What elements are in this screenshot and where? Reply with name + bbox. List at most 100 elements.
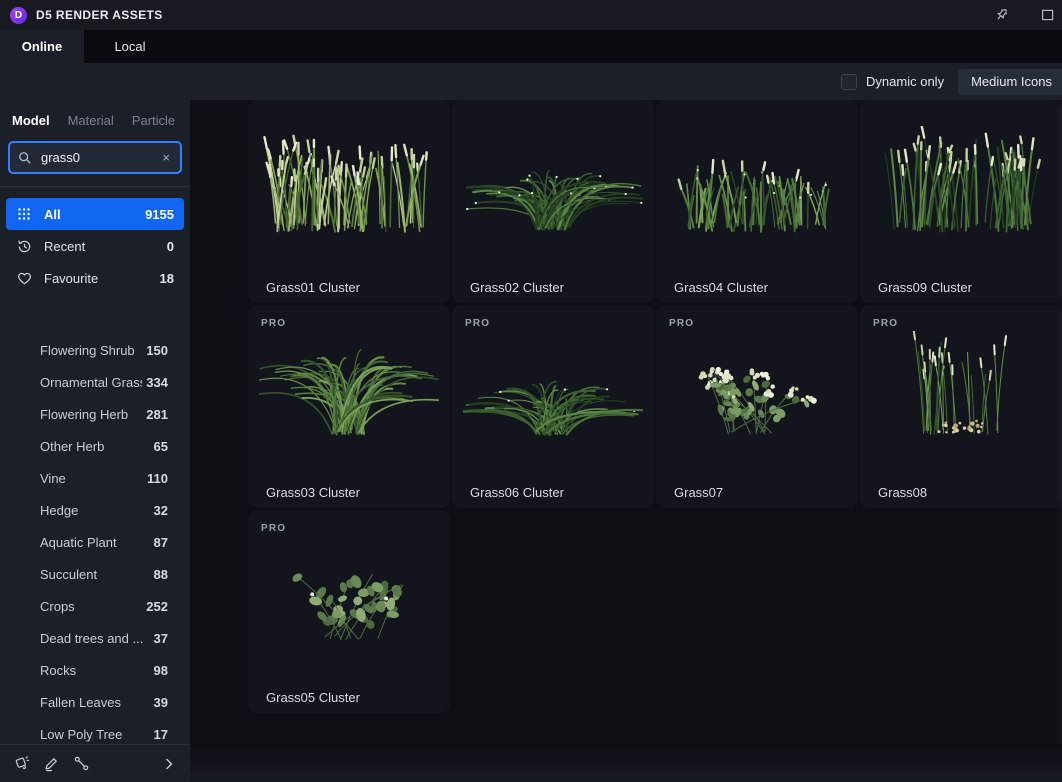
asset-name: Grass04 Cluster bbox=[674, 280, 768, 295]
category-label: Flowering Shrub bbox=[40, 343, 142, 358]
asset-card[interactable]: PRO Grass05 Cluster bbox=[248, 510, 450, 713]
view-toolbar: Dynamic only Medium Icons bbox=[0, 63, 1062, 100]
category-count: 98 bbox=[154, 663, 168, 678]
material-paint-icon[interactable] bbox=[12, 755, 30, 773]
asset-name: Grass08 bbox=[878, 485, 927, 500]
asset-card[interactable]: PRO Grass06 Cluster bbox=[452, 305, 654, 508]
sidebar-item-label: Recent bbox=[44, 239, 167, 254]
category-label: Vine bbox=[40, 471, 143, 486]
category-count: 281 bbox=[146, 407, 168, 422]
asset-card[interactable]: PRO Grass03 Cluster bbox=[248, 305, 450, 508]
asset-card[interactable]: Grass01 Cluster bbox=[248, 100, 450, 303]
category-label: Crops bbox=[40, 599, 142, 614]
category-item[interactable]: Aquatic Plant 87 bbox=[40, 526, 168, 558]
asset-card[interactable]: Grass04 Cluster bbox=[656, 100, 858, 303]
asset-thumbnail bbox=[463, 331, 643, 451]
category-label: Dead trees and ... bbox=[40, 631, 150, 646]
asset-grid-area: Grass01 Cluster Grass02 Cluster Grass04 … bbox=[190, 100, 1062, 782]
search-input[interactable] bbox=[39, 149, 160, 166]
sidebar-item-recent[interactable]: Recent 0 bbox=[6, 230, 184, 262]
sidebar-item-label: Favourite bbox=[44, 271, 160, 286]
tab-strip: Online Local bbox=[0, 30, 1062, 63]
category-item[interactable]: Hedge 32 bbox=[40, 494, 168, 526]
edit-pen-icon[interactable] bbox=[42, 755, 60, 773]
category-item[interactable]: Fallen Leaves 39 bbox=[40, 686, 168, 718]
smart-list: All 9155 Recent 0 bbox=[0, 187, 190, 294]
asset-card[interactable]: PRO Grass08 bbox=[860, 305, 1062, 508]
category-item[interactable]: Flowering Herb 281 bbox=[40, 398, 168, 430]
pro-badge: PRO bbox=[669, 318, 694, 329]
category-label: Fallen Leaves bbox=[40, 695, 150, 710]
window-restore-icon[interactable] bbox=[1038, 5, 1058, 25]
sidebar-item-count: 18 bbox=[160, 271, 174, 286]
asset-card[interactable]: Grass09 Cluster bbox=[860, 100, 1062, 303]
category-item[interactable]: Flowering Shrub 150 bbox=[40, 334, 168, 366]
asset-name: Grass02 Cluster bbox=[470, 280, 564, 295]
category-label: Ornamental Grass bbox=[40, 375, 142, 390]
asset-thumbnail bbox=[259, 331, 439, 451]
pro-badge: PRO bbox=[465, 318, 490, 329]
type-tab-particle[interactable]: Particle bbox=[132, 113, 175, 128]
category-label: Other Herb bbox=[40, 439, 150, 454]
asset-name: Grass01 Cluster bbox=[266, 280, 360, 295]
tab-local[interactable]: Local bbox=[84, 30, 176, 63]
category-item[interactable]: Other Herb 65 bbox=[40, 430, 168, 462]
category-count: 88 bbox=[154, 567, 168, 582]
sidebar-item-count: 0 bbox=[167, 239, 174, 254]
titlebar: D D5 RENDER ASSETS bbox=[0, 0, 1062, 30]
type-tab-model[interactable]: Model bbox=[12, 113, 50, 128]
asset-type-tabs: Model Material Particle bbox=[0, 100, 190, 138]
asset-name: Grass06 Cluster bbox=[470, 485, 564, 500]
dynamic-only-checkbox[interactable] bbox=[841, 74, 857, 90]
pin-icon[interactable] bbox=[992, 5, 1012, 25]
pro-badge: PRO bbox=[873, 318, 898, 329]
type-tab-material[interactable]: Material bbox=[68, 113, 114, 128]
asset-thumbnail bbox=[259, 536, 439, 656]
sidebar-item-all[interactable]: All 9155 bbox=[6, 198, 184, 230]
sidebar-item-favourite[interactable]: Favourite 18 bbox=[6, 262, 184, 294]
category-label: Low Poly Tree bbox=[40, 727, 150, 742]
category-count: 87 bbox=[154, 535, 168, 550]
sidebar: Model Material Particle × bbox=[0, 100, 190, 782]
asset-name: Grass03 Cluster bbox=[266, 485, 360, 500]
asset-name: Grass05 Cluster bbox=[266, 690, 360, 705]
category-item[interactable]: Low Poly Tree 17 bbox=[40, 718, 168, 744]
d5-logo-icon: D bbox=[10, 7, 27, 24]
clear-search-icon[interactable]: × bbox=[160, 150, 172, 165]
category-count: 39 bbox=[154, 695, 168, 710]
category-count: 37 bbox=[154, 631, 168, 646]
category-count: 150 bbox=[146, 343, 168, 358]
category-item[interactable]: Rocks 98 bbox=[40, 654, 168, 686]
category-item[interactable]: Ornamental Grass 334 bbox=[40, 366, 168, 398]
asset-grid: Grass01 Cluster Grass02 Cluster Grass04 … bbox=[248, 100, 1062, 713]
asset-thumbnail bbox=[871, 126, 1051, 246]
category-item[interactable]: Crops 252 bbox=[40, 590, 168, 622]
asset-name: Grass09 Cluster bbox=[878, 280, 972, 295]
sidebar-footer bbox=[0, 744, 190, 782]
tab-online[interactable]: Online bbox=[0, 30, 84, 63]
category-label: Succulent bbox=[40, 567, 150, 582]
category-label: Aquatic Plant bbox=[40, 535, 150, 550]
category-item[interactable]: Vine 110 bbox=[40, 462, 168, 494]
category-count: 17 bbox=[154, 727, 168, 742]
sidebar-item-count: 9155 bbox=[145, 207, 174, 222]
category-count: 334 bbox=[146, 375, 168, 390]
asset-name: Grass07 bbox=[674, 485, 723, 500]
category-item[interactable]: Dead trees and ... 37 bbox=[40, 622, 168, 654]
chevron-right-icon[interactable] bbox=[160, 755, 178, 773]
category-count: 110 bbox=[147, 471, 168, 486]
search-icon bbox=[18, 151, 32, 165]
search-box[interactable]: × bbox=[8, 141, 182, 174]
asset-thumbnail bbox=[463, 126, 643, 246]
category-item[interactable]: Succulent 88 bbox=[40, 558, 168, 590]
link-nodes-icon[interactable] bbox=[72, 755, 90, 773]
pro-badge: PRO bbox=[261, 523, 286, 534]
history-clock-icon bbox=[16, 238, 32, 254]
asset-card[interactable]: Grass02 Cluster bbox=[452, 100, 654, 303]
dynamic-only-label: Dynamic only bbox=[866, 74, 944, 89]
icon-size-dropdown[interactable]: Medium Icons bbox=[958, 69, 1062, 95]
asset-card[interactable]: PRO Grass07 bbox=[656, 305, 858, 508]
scrollbar-track[interactable] bbox=[1058, 100, 1062, 744]
d5-render-assets-window: D D5 RENDER ASSETS Online Local Dynamic … bbox=[0, 0, 1062, 782]
category-label: Rocks bbox=[40, 663, 150, 678]
